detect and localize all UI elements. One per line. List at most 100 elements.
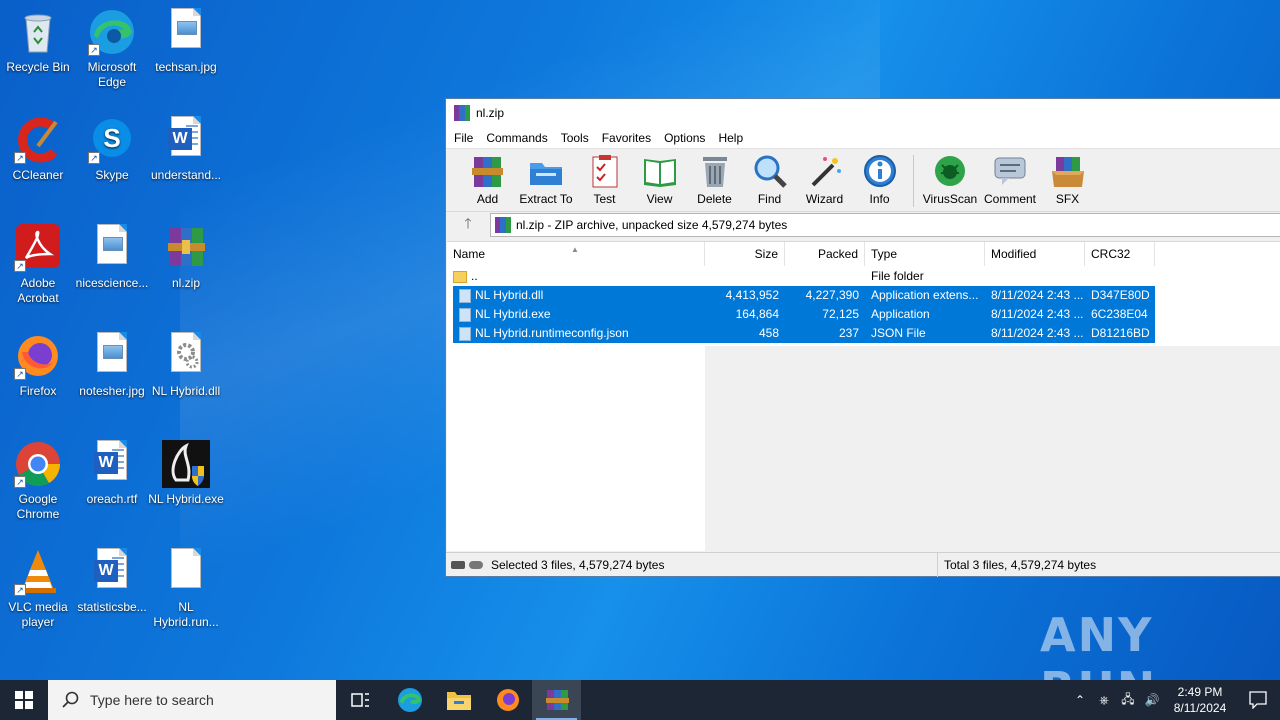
column-packed[interactable]: Packed xyxy=(785,242,865,266)
column-type[interactable]: Type xyxy=(865,242,985,266)
list-empty-area xyxy=(705,346,1280,551)
desktop-icon-chrome[interactable]: ↗ Google Chrome xyxy=(0,440,76,522)
table-row[interactable]: NL Hybrid.dll 4,413,952 4,227,390 Applic… xyxy=(453,286,1155,305)
column-packed-label: Packed xyxy=(817,247,858,261)
cell-size: 4,413,952 xyxy=(725,288,779,302)
taskbar-file-explorer[interactable] xyxy=(434,680,483,720)
virusscan-bug-icon xyxy=(932,153,968,189)
view-label: View xyxy=(646,192,673,206)
up-arrow-icon[interactable]: 🡑 xyxy=(446,213,490,237)
svg-text:S: S xyxy=(103,123,120,153)
desktop-icon-nl-zip[interactable]: nl.zip xyxy=(148,224,224,291)
cell-packed: 237 xyxy=(838,326,859,340)
menu-help[interactable]: Help xyxy=(718,131,743,145)
comment-button[interactable]: Comment xyxy=(980,153,1040,206)
column-crc32[interactable]: CRC32 xyxy=(1085,242,1155,266)
toolbar-separator xyxy=(913,155,914,207)
menu-options[interactable]: Options xyxy=(664,131,705,145)
extract-to-label: Extract To xyxy=(519,192,573,206)
task-view-button[interactable] xyxy=(336,680,385,720)
taskbar-edge[interactable] xyxy=(385,680,434,720)
word-doc-icon: W xyxy=(88,548,136,596)
drive-icon[interactable] xyxy=(451,560,465,569)
desktop-icon-label: nl.zip xyxy=(171,276,200,290)
start-button[interactable] xyxy=(0,680,48,720)
desktop-icon-firefox[interactable]: ↗ Firefox xyxy=(0,332,76,399)
taskbar-firefox[interactable] xyxy=(483,680,532,720)
notification-center-button[interactable] xyxy=(1236,691,1280,709)
shortcut-arrow-icon: ↗ xyxy=(14,584,26,596)
column-size-label: Size xyxy=(754,247,778,261)
extract-to-button[interactable]: Extract To xyxy=(515,153,577,206)
winrar-app-icon xyxy=(545,690,569,710)
tray-chevron-up-icon[interactable]: ⌃ xyxy=(1068,693,1092,707)
menu-tools[interactable]: Tools xyxy=(561,131,589,145)
comment-bubble-icon xyxy=(992,153,1028,189)
tray-clock[interactable]: 2:49 PM 8/11/2024 xyxy=(1164,684,1236,716)
volume-icon[interactable]: 🔊 xyxy=(1140,693,1164,707)
taskbar-search-box[interactable]: Type here to search xyxy=(48,680,336,720)
sfx-button[interactable]: SFX xyxy=(1040,153,1095,206)
menu-favorites[interactable]: Favorites xyxy=(602,131,651,145)
cell-name-text: NL Hybrid.exe xyxy=(475,307,551,321)
desktop-icon-techsan[interactable]: techsan.jpg xyxy=(148,8,224,75)
desktop-icon-edge[interactable]: ↗ Microsoft Edge xyxy=(74,8,150,90)
desktop-icon-statisticsbe[interactable]: W statisticsbe... xyxy=(74,548,150,615)
table-row-parent-folder[interactable]: .. File folder xyxy=(447,267,1155,286)
firefox-icon xyxy=(496,689,519,711)
cell-crc xyxy=(1085,267,1155,286)
cell-packed: 4,227,390 xyxy=(805,288,859,302)
desktop-icon-nl-hybrid-dll[interactable]: NL Hybrid.dll xyxy=(148,332,224,399)
key-icon[interactable] xyxy=(469,560,483,569)
folder-icon xyxy=(446,692,471,710)
list-header: Name ▲ Size Packed Type Modified CRC32 xyxy=(447,242,1280,266)
cell-name: NL Hybrid.dll xyxy=(453,286,705,305)
shortcut-arrow-icon: ↗ xyxy=(88,44,100,56)
menu-commands[interactable]: Commands xyxy=(486,131,547,145)
info-button[interactable]: Info xyxy=(852,153,907,206)
edge-icon xyxy=(397,688,422,712)
search-placeholder: Type here to search xyxy=(90,692,214,708)
table-row[interactable]: NL Hybrid.runtimeconfig.json 458 237 JSO… xyxy=(453,324,1155,343)
network-icon[interactable]: 🖧 xyxy=(1116,690,1140,711)
address-bar: 🡑 nl.zip - ZIP archive, unpacked size 4,… xyxy=(446,211,1280,238)
address-field[interactable]: nl.zip - ZIP archive, unpacked size 4,57… xyxy=(490,213,1280,237)
cell-name-text: .. xyxy=(471,269,478,283)
image-file-icon xyxy=(162,8,210,56)
shortcut-arrow-icon: ↗ xyxy=(14,368,26,380)
virusscan-button[interactable]: VirusScan xyxy=(920,153,980,206)
taskbar-winrar[interactable] xyxy=(532,680,581,720)
delete-button[interactable]: Delete xyxy=(687,153,742,206)
test-button[interactable]: Test xyxy=(577,153,632,206)
desktop-icon-nicescience[interactable]: nicescience... xyxy=(74,224,150,291)
find-button[interactable]: Find xyxy=(742,153,797,206)
firefox-icon: ↗ xyxy=(14,332,62,380)
wizard-button[interactable]: Wizard xyxy=(797,153,852,206)
desktop-icon-oreach[interactable]: W oreach.rtf xyxy=(74,440,150,507)
cell-packed xyxy=(785,267,865,286)
desktop-icon-understand[interactable]: W understand... xyxy=(148,116,224,183)
window-title: nl.zip xyxy=(476,106,505,120)
desktop-icon-nl-hybrid-exe[interactable]: NL Hybrid.exe xyxy=(148,440,224,507)
desktop-icon-ccleaner[interactable]: ↗ CCleaner xyxy=(0,116,76,183)
window-titlebar[interactable]: nl.zip xyxy=(446,99,1280,127)
tray-meet-icon[interactable]: ⎈ xyxy=(1092,693,1116,708)
desktop-icon-acrobat[interactable]: ↗ Adobe Acrobat xyxy=(0,224,76,306)
desktop-icon-label: Microsoft Edge xyxy=(87,60,137,89)
add-button[interactable]: Add xyxy=(460,153,515,206)
column-size[interactable]: Size xyxy=(705,242,785,266)
column-modified-label: Modified xyxy=(991,247,1037,261)
desktop-icon-nl-hybrid-json[interactable]: NL Hybrid.run... xyxy=(148,548,224,630)
desktop-icon-recycle-bin[interactable]: Recycle Bin xyxy=(0,8,76,75)
winrar-app-icon xyxy=(454,105,470,121)
status-selected-text: Selected 3 files, 4,579,274 bytes xyxy=(491,557,665,572)
view-button[interactable]: View xyxy=(632,153,687,206)
menu-file[interactable]: File xyxy=(454,131,473,145)
table-row[interactable]: NL Hybrid.exe 164,864 72,125 Application… xyxy=(453,305,1155,324)
column-name[interactable]: Name ▲ xyxy=(447,242,705,266)
desktop-icon-notesher[interactable]: notesher.jpg xyxy=(74,332,150,399)
desktop-icon-skype[interactable]: S ↗ Skype xyxy=(74,116,150,183)
column-modified[interactable]: Modified xyxy=(985,242,1085,266)
dll-file-icon xyxy=(459,288,471,303)
desktop-icon-vlc[interactable]: ↗ VLC media player xyxy=(0,548,76,630)
